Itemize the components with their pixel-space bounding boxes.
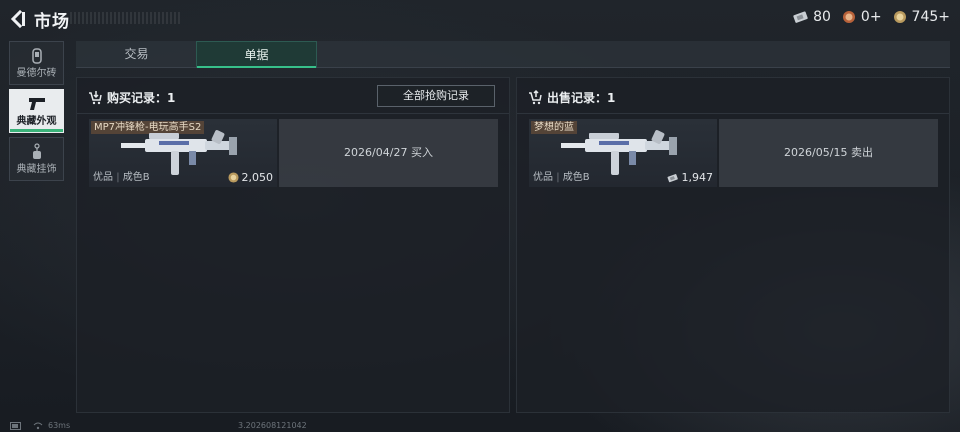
currency-tickets[interactable]: 80 bbox=[793, 9, 831, 25]
sale-panel: 出售记录：1 梦想的蓝 优品 | 成色B 1,947 2026/05/15 卖出 bbox=[516, 77, 950, 413]
ticket-icon bbox=[793, 11, 808, 23]
purchase-panel-header: 购买记录：1 全部抢购记录 bbox=[77, 78, 509, 114]
sidebar-item-label: 曼德尔砖 bbox=[16, 68, 57, 79]
pistol-icon bbox=[28, 98, 45, 110]
charm-icon bbox=[32, 143, 41, 159]
badge-coin-icon bbox=[842, 11, 855, 23]
wifi-icon bbox=[33, 422, 43, 430]
item-quality: 优品 bbox=[93, 172, 113, 183]
sidebar-item-collection-skins[interactable]: 典藏外观 bbox=[9, 89, 64, 133]
currency-bar: 80 0+ 745+ bbox=[793, 9, 950, 25]
meta-separator: | bbox=[556, 172, 560, 183]
sale-history-icon bbox=[529, 89, 542, 105]
sale-record-row[interactable]: 梦想的蓝 优品 | 成色B 1,947 2026/05/15 卖出 bbox=[529, 119, 938, 187]
sidebar-item-mandel-brick[interactable]: 曼德尔砖 bbox=[9, 41, 64, 85]
currency-badge-value: 0+ bbox=[860, 9, 882, 25]
sidebar-item-label: 典藏挂饰 bbox=[16, 164, 57, 175]
purchase-records-title: 购买记录：1 bbox=[107, 91, 176, 105]
item-quality: 优品 bbox=[533, 172, 553, 183]
purchase-record-row[interactable]: MP7冲锋枪-电玩高手S2 优品 | 成色B 2,050 2026/04/27 … bbox=[89, 119, 498, 187]
item-price-value: 1,947 bbox=[681, 171, 714, 184]
tab-trade[interactable]: 交易 bbox=[76, 41, 197, 68]
sale-panel-header: 出售记录：1 bbox=[517, 78, 949, 114]
item-price: 1,947 bbox=[667, 171, 714, 184]
sidebar-item-label: 典藏外观 bbox=[16, 116, 57, 127]
currency-badge[interactable]: 0+ bbox=[841, 9, 882, 25]
gold-coin-icon bbox=[227, 172, 239, 183]
currency-gold[interactable]: 745+ bbox=[892, 9, 950, 25]
ping-value: 63ms bbox=[48, 421, 71, 430]
purchase-panel: 购买记录：1 全部抢购记录 MP7冲锋枪-电玩高手S2 优品 | 成色B 2,0… bbox=[76, 77, 510, 413]
purchase-history-icon bbox=[89, 91, 102, 105]
tab-bar: 交易 单据 bbox=[76, 41, 950, 68]
item-price: 2,050 bbox=[227, 171, 274, 184]
item-card[interactable]: MP7冲锋枪-电玩高手S2 优品 | 成色B 2,050 bbox=[89, 119, 277, 187]
currency-tickets-value: 80 bbox=[813, 9, 831, 25]
sidebar-item-collection-charms[interactable]: 典藏挂饰 bbox=[9, 137, 64, 181]
ticket-icon bbox=[667, 173, 678, 182]
tab-records[interactable]: 单据 bbox=[196, 41, 317, 68]
item-price-value: 2,050 bbox=[241, 171, 274, 184]
brick-icon bbox=[31, 48, 42, 64]
record-date: 2026/04/27 买入 bbox=[279, 119, 498, 187]
item-card[interactable]: 梦想的蓝 优品 | 成色B 1,947 bbox=[529, 119, 717, 187]
gold-coin-icon bbox=[893, 11, 906, 23]
top-bar: 市场 80 0+ 745+ bbox=[0, 0, 960, 38]
item-condition: 成色B bbox=[122, 172, 150, 183]
item-quality-condition: 优品 | 成色B bbox=[533, 168, 590, 183]
back-arrow-icon[interactable] bbox=[8, 9, 28, 29]
record-date: 2026/05/15 卖出 bbox=[719, 119, 938, 187]
item-condition: 成色B bbox=[562, 172, 590, 183]
sale-records-title: 出售记录：1 bbox=[547, 91, 616, 105]
battery-icon bbox=[10, 422, 21, 430]
page-title: 市场 bbox=[34, 12, 70, 32]
status-footer: 63ms 3.202608121042 bbox=[0, 420, 960, 432]
currency-gold-value: 745+ bbox=[911, 9, 950, 25]
meta-separator: | bbox=[116, 172, 120, 183]
build-version: 3.202608121042 bbox=[238, 421, 307, 430]
title-decoration bbox=[70, 12, 182, 24]
all-purchase-records-button[interactable]: 全部抢购记录 bbox=[377, 85, 495, 107]
item-quality-condition: 优品 | 成色B bbox=[93, 168, 150, 183]
